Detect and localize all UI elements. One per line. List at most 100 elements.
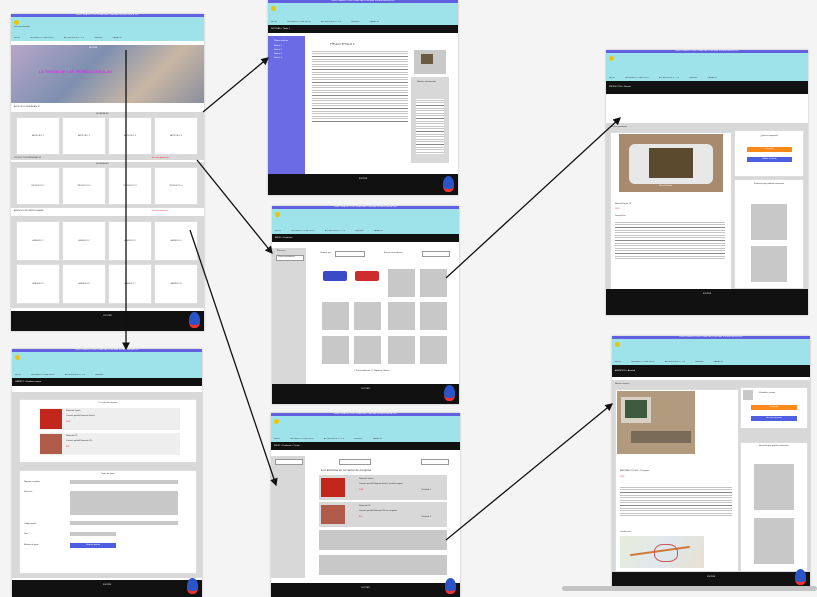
nav-item[interactable]: VENDER xyxy=(355,230,363,232)
nav-item[interactable]: NINTENDO 1 PLAY SOLO xyxy=(30,37,54,39)
related-placeholder[interactable] xyxy=(751,204,787,240)
nav-item[interactable]: ACCESORIOS 5 Y 5 F xyxy=(324,438,344,440)
sidebar-item[interactable]: Noticia 4 xyxy=(274,57,299,59)
nav-item[interactable]: ACCESORIOS 5 Y 5 F xyxy=(659,77,679,79)
location-map[interactable] xyxy=(620,536,704,568)
product-placeholder[interactable] xyxy=(420,336,447,364)
nav-item[interactable]: CAMBIOS xyxy=(372,438,381,440)
product-placeholder[interactable] xyxy=(388,269,415,297)
nav-item[interactable]: VENDER xyxy=(351,21,359,23)
product-placeholder[interactable] xyxy=(388,302,415,330)
ad-card[interactable]: ANUNCIO 7 xyxy=(108,264,152,304)
nav-item[interactable]: NINTENDO 1 PLAY SOLO xyxy=(31,374,55,376)
sort-dropdown[interactable] xyxy=(339,459,371,465)
product-placeholder[interactable] xyxy=(322,302,349,330)
nav-item[interactable]: ACCESORIOS 5 Y 5 F xyxy=(65,374,85,376)
nav-item[interactable]: NINTENDO 1 PLAY SOLO xyxy=(631,361,655,363)
logo-icon[interactable] xyxy=(271,6,276,11)
nav-item[interactable]: CAMBIOS xyxy=(369,21,378,23)
nav-item[interactable]: INICIO xyxy=(609,77,615,79)
product-placeholder[interactable] xyxy=(420,302,447,330)
product-placeholder[interactable] xyxy=(354,302,381,330)
logo-icon[interactable] xyxy=(274,419,279,424)
nav-item[interactable]: VENDER xyxy=(94,37,102,39)
submit-order-button[interactable]: Realizar pedido xyxy=(70,543,116,548)
nav-item[interactable]: INICIO xyxy=(271,21,277,23)
related-placeholder[interactable] xyxy=(754,464,794,510)
more-products-link[interactable]: Ver más productos xyxy=(152,157,169,159)
nav-item[interactable]: INICIO xyxy=(274,438,280,440)
name-field[interactable] xyxy=(70,480,178,484)
nav-item[interactable]: INICIO xyxy=(615,361,621,363)
item-qty[interactable]: Cantidad: 1 xyxy=(421,489,431,491)
logo-icon[interactable] xyxy=(14,20,19,25)
postal-code-field[interactable] xyxy=(70,521,178,525)
nav-item[interactable]: CAMBIOS xyxy=(373,230,382,232)
nav-item[interactable]: ACCESORIOS 5 Y 5 F xyxy=(325,230,345,232)
more-ads-button[interactable]: Ver más anuncios xyxy=(751,416,797,421)
ad-card[interactable]: ANUNCIO 2 xyxy=(62,221,106,261)
ad-card[interactable]: ANUNCIO 1 xyxy=(16,221,60,261)
ad-card[interactable]: ANUNCIO 6 xyxy=(62,264,106,304)
nav-item[interactable]: CAMBIOS xyxy=(713,361,722,363)
buy-button[interactable]: Comprar xyxy=(747,147,792,152)
filter-dropdown[interactable] xyxy=(275,459,303,465)
product-card[interactable]: PRODUCTO 4 xyxy=(154,167,198,205)
horizontal-scrollbar[interactable] xyxy=(562,586,817,591)
ad-card[interactable]: ANUNCIO 8 xyxy=(154,264,198,304)
logo-icon[interactable] xyxy=(615,342,620,347)
filter-dropdown[interactable]: Precio ascendente xyxy=(276,255,304,261)
nav-item[interactable]: VENDER xyxy=(354,438,362,440)
nav-item[interactable]: NINTENDO 1 PLAY SOLO xyxy=(625,77,649,79)
nav-item[interactable]: CAMBIOS xyxy=(112,37,121,39)
related-placeholder[interactable] xyxy=(751,246,787,282)
item-qty[interactable]: Cantidad: 1 xyxy=(421,516,431,518)
nav-item[interactable]: ACCESORIOS 5 Y 5 F xyxy=(665,361,685,363)
nav-item[interactable]: VENDER xyxy=(695,361,703,363)
sort-dropdown[interactable] xyxy=(335,251,365,257)
country-field[interactable] xyxy=(70,532,116,536)
product-card[interactable] xyxy=(322,269,349,299)
ad-card[interactable]: ANUNCIO 4 xyxy=(154,221,198,261)
ad-card[interactable]: ANUNCIO 3 xyxy=(108,221,152,261)
article-card[interactable]: ARTÍCULO 3 xyxy=(108,117,152,155)
article-card[interactable]: ARTÍCULO 4 xyxy=(154,117,198,155)
nav-item[interactable]: INICIO xyxy=(15,374,21,376)
nav-item[interactable]: ACCESORIOS 5 Y 5 F xyxy=(64,37,84,39)
hero-banner[interactable]: HOLIDAY LA TIENDA DE LAS RETROCONSOLAS xyxy=(11,45,204,103)
sidebar-item[interactable]: Noticia 1 xyxy=(274,45,299,47)
nav-item[interactable]: INICIO xyxy=(14,37,20,39)
nav-item[interactable]: NINTENDO 1 PLAY SOLO xyxy=(291,230,315,232)
related-placeholder[interactable] xyxy=(754,518,794,564)
nav-item[interactable]: INICIO xyxy=(275,230,281,232)
product-placeholder[interactable] xyxy=(354,336,381,364)
logo-icon[interactable] xyxy=(609,56,614,61)
nav-item[interactable]: VENDER xyxy=(689,77,697,79)
add-to-cart-button[interactable]: Añadir al carrito xyxy=(747,157,792,162)
product-card[interactable]: PRODUCTO 2 xyxy=(62,167,106,205)
product-placeholder[interactable] xyxy=(420,269,447,297)
article-card[interactable]: ARTÍCULO 1 xyxy=(16,117,60,155)
product-card[interactable]: PRODUCTO 1 xyxy=(16,167,60,205)
nav-item[interactable]: ACCESORIOS 5 Y 5 F xyxy=(321,21,341,23)
ad-card[interactable]: ANUNCIO 5 xyxy=(16,264,60,304)
article-card[interactable]: ARTÍCULO 2 xyxy=(62,117,106,155)
address-field[interactable] xyxy=(70,491,178,515)
nav-item[interactable]: NINTENDO 1 PLAY SOLO xyxy=(290,438,314,440)
logo-icon[interactable] xyxy=(15,355,20,360)
product-placeholder[interactable] xyxy=(388,336,415,364)
more-ads-link[interactable]: Ver más anuncios xyxy=(152,210,168,212)
nav-item[interactable]: CAMBIOS xyxy=(707,77,716,79)
product-placeholder[interactable] xyxy=(322,336,349,364)
product-card[interactable] xyxy=(354,269,381,299)
nav-item[interactable]: NINTENDO 1 PLAY SOLO xyxy=(287,21,311,23)
logo-icon[interactable] xyxy=(275,212,280,217)
contact-button[interactable]: Contactar xyxy=(751,405,797,410)
search-input[interactable] xyxy=(422,251,450,257)
nav-item[interactable]: VENDER xyxy=(95,374,103,376)
sidebar-item[interactable]: Noticia 3 xyxy=(274,53,299,55)
product-card[interactable]: PRODUCTO 3 xyxy=(108,167,152,205)
search-input[interactable] xyxy=(421,459,449,465)
sidebar-item[interactable]: Noticia 2 xyxy=(274,49,299,51)
pagination[interactable]: < Primera Anterior 1 2 Siguiente Última … xyxy=(354,370,390,372)
